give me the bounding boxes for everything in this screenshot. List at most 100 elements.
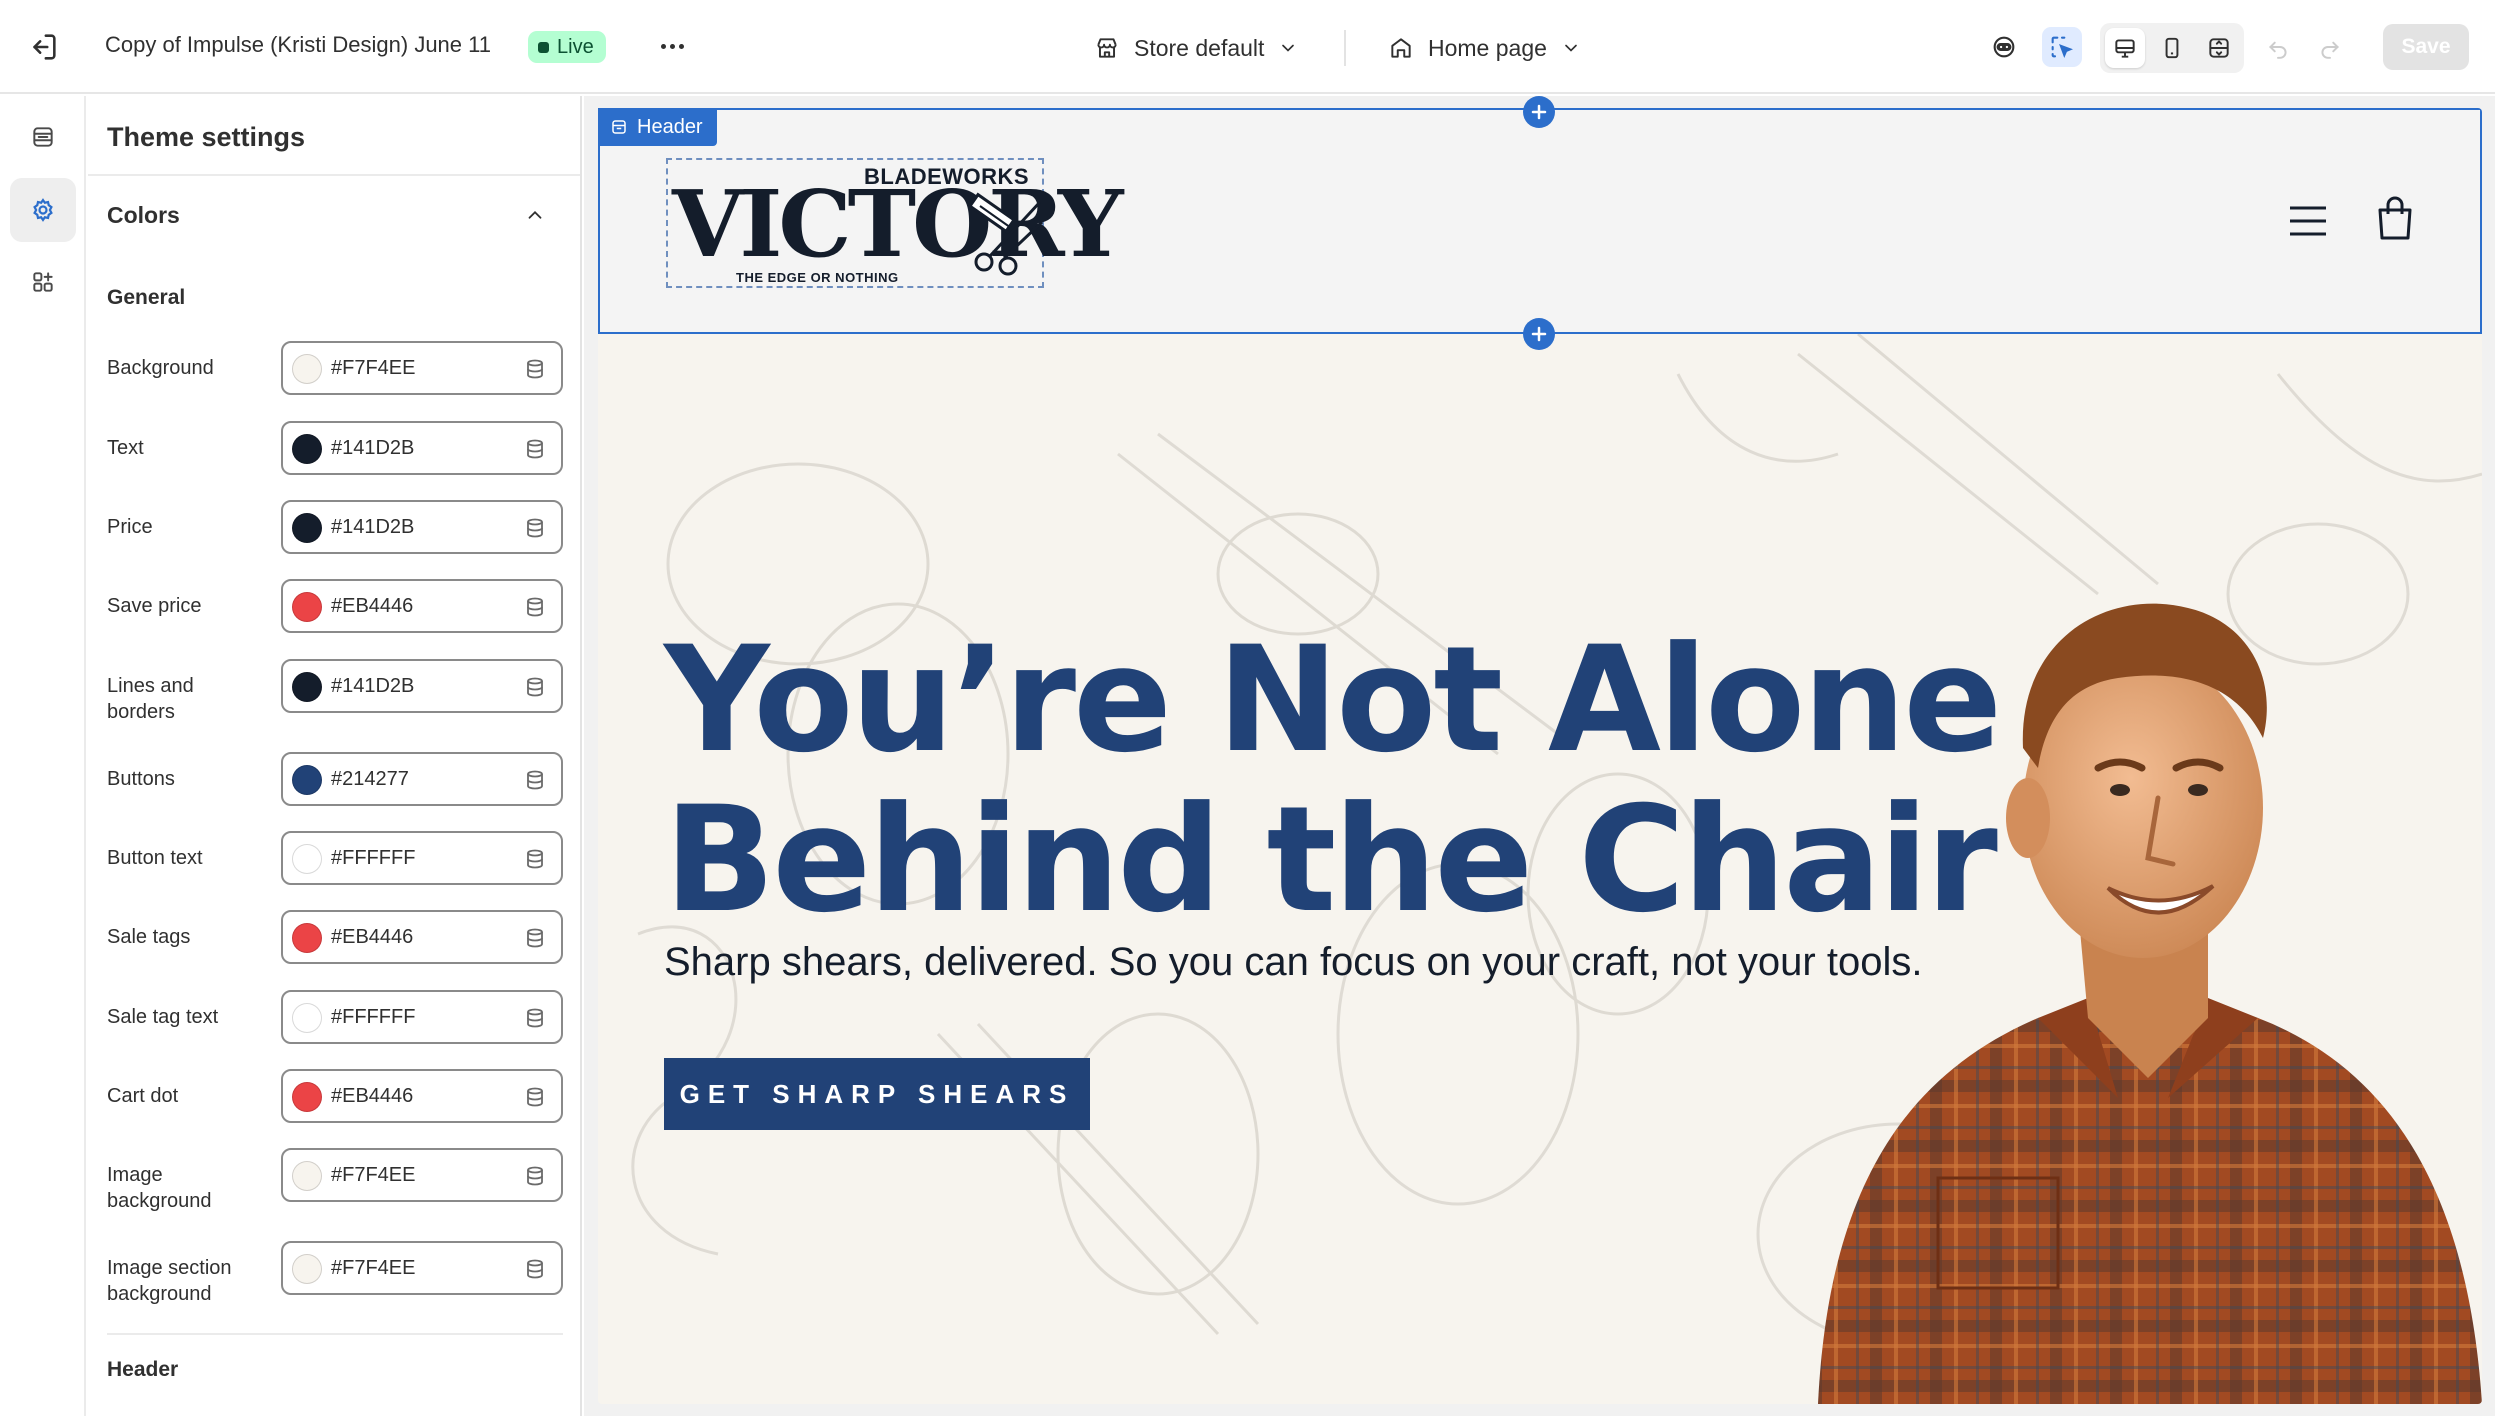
dynamic-source-icon[interactable]	[523, 926, 547, 950]
color-setting-label: Background	[107, 357, 214, 379]
color-hex-value[interactable]: #141D2B	[331, 675, 414, 698]
color-swatch[interactable]	[292, 1003, 322, 1033]
color-hex-value[interactable]: #F7F4EE	[331, 357, 415, 380]
save-button[interactable]: Save	[2383, 24, 2469, 70]
color-swatch[interactable]	[292, 1082, 322, 1112]
store-icon	[1097, 38, 1117, 58]
dynamic-source-icon[interactable]	[523, 1085, 547, 1109]
redo-icon[interactable]	[2310, 27, 2350, 67]
chevron-down-icon	[1565, 44, 1577, 52]
theme-settings-icon[interactable]	[10, 178, 76, 242]
colors-section-title[interactable]: Colors	[107, 202, 180, 229]
dynamic-source-icon[interactable]	[523, 1006, 547, 1030]
color-picker-field[interactable]: #214277	[281, 752, 563, 806]
page-select[interactable]: Home page	[1388, 28, 1581, 68]
mobile-view-icon[interactable]	[2152, 28, 2192, 68]
color-swatch[interactable]	[292, 513, 322, 543]
top-bar: Copy of Impulse (Kristi Design) June 11 …	[0, 0, 2495, 94]
color-hex-value[interactable]: #EB4446	[331, 1085, 413, 1108]
panel-title: Theme settings	[107, 122, 306, 152]
color-hex-value[interactable]: #EB4446	[331, 595, 413, 618]
dynamic-source-icon[interactable]	[523, 847, 547, 871]
color-hex-value[interactable]: #FFFFFF	[331, 1006, 415, 1029]
logo-bladeworks: BLADEWORKS	[864, 164, 1030, 189]
color-hex-value[interactable]: #F7F4EE	[331, 1257, 415, 1280]
color-picker-field[interactable]: #141D2B	[281, 500, 563, 554]
theme-title: Copy of Impulse (Kristi Design) June 11	[105, 32, 491, 57]
color-setting-label: Text	[107, 437, 144, 459]
cart-icon[interactable]	[2376, 196, 2414, 240]
header-section-tag[interactable]: Header	[598, 108, 717, 146]
color-picker-field[interactable]: #FFFFFF	[281, 990, 563, 1044]
dynamic-source-icon[interactable]	[523, 437, 547, 461]
add-section-above-button[interactable]	[1523, 96, 1555, 128]
dynamic-source-icon[interactable]	[523, 768, 547, 792]
page-select-label: Home page	[1428, 34, 1547, 61]
storefront-preview: VICTORY BLADEWORKS THE EDGE OR NOTHING Y…	[598, 108, 2482, 1404]
color-setting-label: Cart dot	[107, 1085, 179, 1107]
header-section-tag-label: Header	[637, 115, 703, 138]
color-hex-value[interactable]: #FFFFFF	[331, 847, 415, 870]
color-setting-label: Button text	[107, 847, 203, 869]
dynamic-source-icon[interactable]	[523, 595, 547, 619]
color-picker-field[interactable]: #F7F4EE	[281, 1148, 563, 1202]
exit-icon[interactable]	[26, 30, 60, 64]
color-hex-value[interactable]: #141D2B	[331, 437, 414, 460]
color-picker-field[interactable]: #EB4446	[281, 910, 563, 964]
color-setting-label: Save price	[107, 595, 202, 617]
store-logo[interactable]: VICTORY BLADEWORKS THE EDGE OR NOTHING	[666, 158, 1124, 288]
plus-icon	[1531, 326, 1547, 342]
plus-icon	[1531, 104, 1547, 120]
color-picker-field[interactable]: #141D2B	[281, 659, 563, 713]
color-picker-field[interactable]: #F7F4EE	[281, 341, 563, 395]
divider	[88, 174, 580, 176]
color-swatch[interactable]	[292, 765, 322, 795]
color-swatch[interactable]	[292, 923, 322, 953]
add-section-below-button[interactable]	[1523, 318, 1555, 350]
dynamic-source-icon[interactable]	[523, 1257, 547, 1281]
dynamic-source-icon[interactable]	[523, 516, 547, 540]
color-swatch[interactable]	[292, 672, 322, 702]
live-badge: Live	[528, 31, 606, 63]
undo-icon[interactable]	[2258, 27, 2298, 67]
hero-subtitle: Sharp shears, delivered. So you can focu…	[664, 940, 1923, 984]
color-picker-field[interactable]: #F7F4EE	[281, 1241, 563, 1295]
color-swatch[interactable]	[292, 434, 322, 464]
desktop-view-icon[interactable]	[2105, 28, 2145, 68]
color-hex-value[interactable]: #141D2B	[331, 516, 414, 539]
viewport-toggle	[2100, 23, 2244, 73]
hero-cta-button[interactable]: GET SHARP SHEARS	[664, 1058, 1090, 1130]
live-dot-icon	[538, 41, 549, 53]
color-setting-label: Image background	[107, 1164, 212, 1212]
inspector-select-icon[interactable]	[2042, 27, 2082, 67]
live-badge-label: Live	[557, 35, 594, 58]
more-actions-button[interactable]	[654, 26, 690, 66]
color-picker-field[interactable]: #141D2B	[281, 421, 563, 475]
fullscreen-view-icon[interactable]	[2199, 28, 2239, 68]
ai-assistant-icon[interactable]	[1984, 27, 2024, 67]
menu-icon[interactable]	[2288, 206, 2328, 236]
color-swatch[interactable]	[292, 354, 322, 384]
general-group-title: General	[107, 286, 186, 309]
color-swatch[interactable]	[292, 844, 322, 874]
color-swatch[interactable]	[292, 592, 322, 622]
color-hex-value[interactable]: #F7F4EE	[331, 1164, 415, 1187]
color-hex-value[interactable]: #214277	[331, 768, 409, 791]
color-picker-field[interactable]: #FFFFFF	[281, 831, 563, 885]
sections-icon[interactable]	[10, 105, 76, 169]
chevron-up-icon[interactable]	[524, 204, 546, 226]
color-swatch[interactable]	[292, 1254, 322, 1284]
app-embeds-icon[interactable]	[10, 250, 76, 314]
store-select-label: Store default	[1134, 34, 1265, 61]
color-picker-field[interactable]: #EB4446	[281, 579, 563, 633]
store-select[interactable]: Store default	[1094, 28, 1298, 68]
chevron-down-icon	[1282, 44, 1295, 52]
color-picker-field[interactable]: #EB4446	[281, 1069, 563, 1123]
dynamic-source-icon[interactable]	[523, 1164, 547, 1188]
dynamic-source-icon[interactable]	[523, 357, 547, 381]
dynamic-source-icon[interactable]	[523, 675, 547, 699]
site-header[interactable]: VICTORY BLADEWORKS THE EDGE OR NOTHING	[598, 108, 2482, 334]
color-hex-value[interactable]: #EB4446	[331, 926, 413, 949]
scissors-comb-icon	[967, 192, 1044, 276]
color-swatch[interactable]	[292, 1161, 322, 1191]
